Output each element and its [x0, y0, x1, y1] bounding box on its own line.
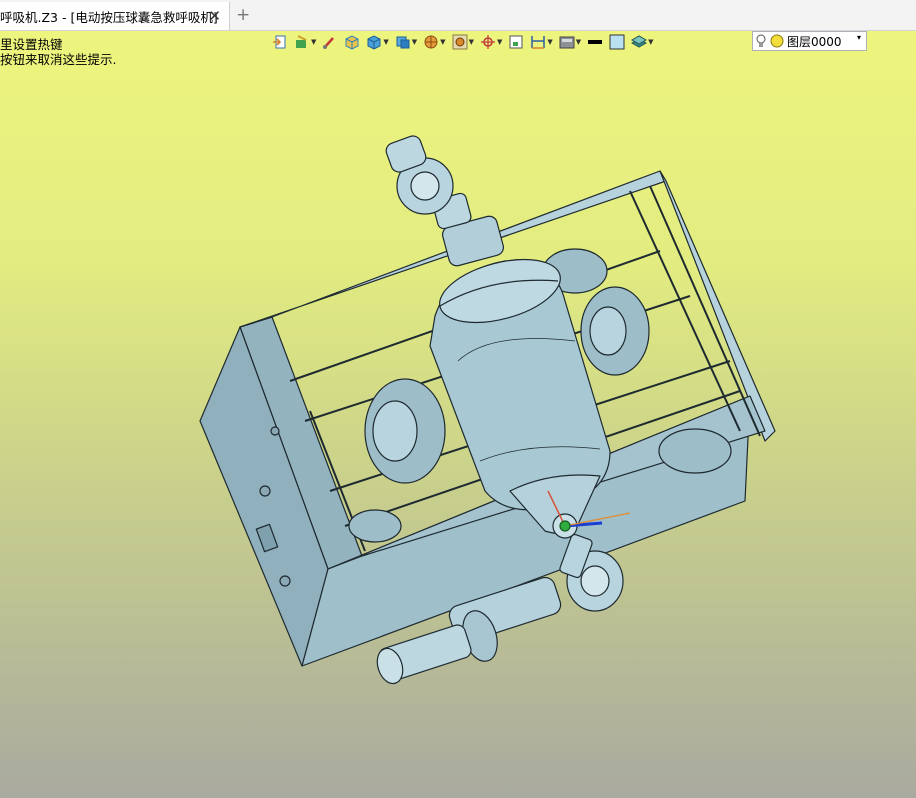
- line-color-icon: [588, 40, 603, 44]
- render-icon: [452, 34, 468, 50]
- tab-bar: 呼吸机.Z3 - [电动按压球囊急救呼吸机] ✕ +: [0, 0, 916, 31]
- color-swatch-button[interactable]: [609, 32, 625, 52]
- fit-icon: [509, 35, 523, 49]
- close-icon[interactable]: ✕: [208, 7, 221, 25]
- 3d-viewport[interactable]: 里设置热键 按钮来取消这些提示. ▼ ▼ ▼ ▼ ▼ ▼ ▼ ▼ ▼ 图层000…: [0, 31, 916, 798]
- 3d-model[interactable]: [190, 131, 790, 691]
- axis-icon: [480, 35, 495, 49]
- shade-button[interactable]: [344, 32, 360, 52]
- material-icon: [296, 35, 307, 48]
- axis-button[interactable]: ▼: [480, 32, 502, 52]
- material-button[interactable]: ▼: [294, 32, 316, 52]
- display-icon: [559, 36, 575, 49]
- cube-icon: [367, 35, 381, 50]
- bulb-icon[interactable]: [753, 33, 769, 49]
- brush-button[interactable]: [322, 32, 338, 52]
- view-cube-button[interactable]: ▼: [395, 32, 417, 52]
- layer-stack-button[interactable]: ▼: [631, 32, 654, 52]
- hint-line-2: 按钮来取消这些提示.: [0, 52, 117, 67]
- measure-icon: [531, 36, 546, 49]
- chevron-down-icon[interactable]: ▾: [857, 33, 861, 42]
- color-swatch-icon: [609, 34, 625, 50]
- cube-button[interactable]: ▼: [366, 32, 389, 52]
- shade-cube-icon: [345, 35, 359, 50]
- tab-title: 呼吸机.Z3 - [电动按压球囊急救呼吸机]: [0, 9, 218, 25]
- layer-selector[interactable]: 图层0000 ▾: [752, 31, 867, 51]
- document-tab[interactable]: 呼吸机.Z3 - [电动按压球囊急救呼吸机] ✕: [0, 2, 230, 30]
- sphere-button[interactable]: ▼: [423, 32, 446, 52]
- display-button[interactable]: ▼: [559, 32, 581, 52]
- add-tab-icon[interactable]: +: [236, 5, 250, 25]
- layer-name: 图层0000: [787, 34, 842, 49]
- sphere-icon: [424, 35, 438, 49]
- measure-button[interactable]: ▼: [530, 32, 553, 52]
- bottom-pulley: [658, 428, 732, 474]
- render-button[interactable]: ▼: [452, 32, 474, 52]
- export-button[interactable]: [272, 32, 288, 52]
- layer-color-dot-icon: [770, 34, 784, 48]
- view-toolbar: ▼ ▼ ▼ ▼ ▼ ▼ ▼ ▼ ▼: [272, 31, 660, 53]
- brush-icon: [323, 37, 335, 49]
- frame-right-rail: [659, 170, 776, 442]
- layer-icon: [631, 35, 648, 48]
- view-cube-icon: [396, 36, 410, 49]
- export-icon: [273, 35, 286, 49]
- fit-button[interactable]: [508, 32, 524, 52]
- line-color-button[interactable]: [587, 32, 603, 52]
